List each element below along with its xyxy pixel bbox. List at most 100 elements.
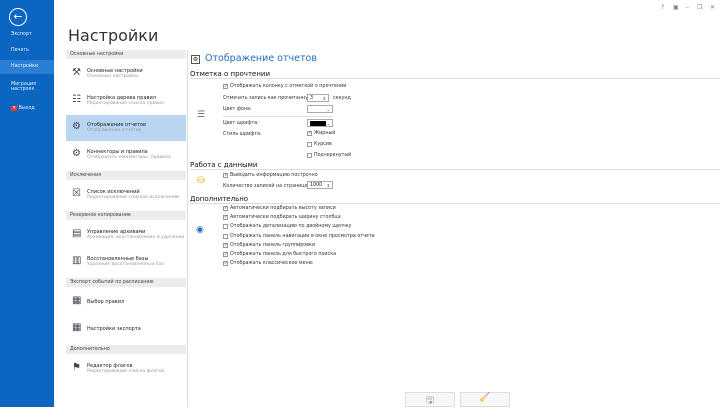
nav-item[interactable]: ▤ Управление архивами Архивация, восстанов…: [66, 222, 186, 248]
checkbox[interactable]: [223, 224, 228, 230]
label: Автоматически подбирать высоту записи: [230, 206, 336, 211]
mark-read-seconds-stepper[interactable]: 3 ⇕: [307, 94, 329, 102]
checkbox[interactable]: ✓: [223, 261, 228, 267]
checkbox[interactable]: [307, 142, 312, 147]
maximize-button[interactable]: ❐: [697, 4, 702, 11]
clear-button[interactable]: 🧹: [460, 392, 510, 407]
underline-checkbox[interactable]: Подчеркнутый: [307, 153, 351, 158]
exit-label: Выход: [18, 106, 35, 111]
font-style-label: Стиль шрифта:: [223, 132, 262, 137]
nav-item-title: Настройки экспорта: [87, 326, 141, 332]
italic-checkbox[interactable]: Курсив: [307, 142, 332, 147]
label: Жирный: [314, 131, 336, 136]
option-checkbox[interactable]: Отображать панель навигации в окне просм…: [223, 233, 375, 239]
rules-icon: ▦: [72, 295, 82, 306]
help-button[interactable]: ?: [661, 4, 664, 11]
checkbox[interactable]: ✓: [223, 242, 228, 248]
nav-item[interactable]: ⚙ Коннекторы и правила Отображать коннекто…: [66, 142, 186, 168]
show-read-column-checkbox[interactable]: ✓ Отображать колонку с отметкой о прочтен…: [223, 84, 346, 89]
eye-icon: ◉: [196, 225, 204, 235]
label: Отображать панель навигации в окне просм…: [230, 233, 375, 239]
nav-group-header: Основные настройки: [66, 50, 186, 59]
checkbox[interactable]: ✓: [223, 252, 228, 257]
nav-item[interactable]: ⚙ Отображение отчетов Отображение отчетов: [66, 115, 186, 141]
minimize-button[interactable]: –: [686, 4, 689, 11]
close-button[interactable]: ✕: [710, 4, 715, 11]
checkbox[interactable]: [223, 233, 228, 239]
nav-group-header: Экспорт событий по расписанию: [66, 278, 186, 287]
option-checkbox[interactable]: ✓ Отображать классическое меню: [223, 261, 313, 267]
archive-icon: ▤: [72, 228, 82, 239]
checkbox[interactable]: ✓: [223, 84, 228, 89]
section-header: Отметка о прочтении: [190, 70, 273, 78]
show-info-checkbox[interactable]: ✓ Выводить информацию построчно: [223, 173, 318, 178]
sidebar: ← Экспорт Печать Настройки Миграция наст…: [0, 0, 54, 407]
mark-read-label: Отмечать запись как прочитанную:: [223, 96, 314, 101]
tools-icon: ⚒: [72, 67, 81, 78]
option-checkbox[interactable]: ✓ Автоматически подбирать высоту записи: [223, 206, 336, 211]
nav-item-subtitle: Удаление восстановленных баз: [87, 262, 165, 267]
restored-db-icon: ▥: [72, 255, 82, 266]
nav-group-header: Исключения: [66, 171, 186, 180]
sidebar-item-exit[interactable]: ✕ Выход: [0, 106, 54, 111]
nav-item-subtitle: Архивация, восстановление и удаление: [87, 235, 185, 240]
divider: [187, 50, 188, 407]
list-add-icon: ☰: [197, 110, 206, 120]
nav-group-header: Дополнительно: [66, 345, 186, 354]
sidebar-item-migration[interactable]: Миграция настроек: [0, 82, 45, 92]
option-checkbox[interactable]: ✓ Автоматически подбирать ширину столбца: [223, 215, 341, 221]
content-title: Отображение отчетов: [205, 53, 317, 64]
nav-item[interactable]: ▦ Выбор правил: [66, 289, 186, 315]
label: Курсив: [314, 142, 332, 147]
label: Подчеркнутый: [314, 153, 352, 158]
option-checkbox[interactable]: ✓ Отображать панель группировки: [223, 242, 316, 248]
nav-item-subtitle: Отображение отчетов: [87, 128, 142, 133]
sidebar-item-settings[interactable]: Настройки: [0, 60, 54, 74]
checkbox[interactable]: ✓: [223, 173, 228, 178]
label: Отображать панель группировки: [230, 242, 316, 248]
nav-item[interactable]: ▥ Восстановленные базы Удаление восстановл…: [66, 249, 186, 275]
bg-color-label: Цвет фона:: [223, 107, 252, 112]
nav-group-header: Резервное копирование: [66, 211, 186, 220]
bg-color-picker[interactable]: ⌄: [307, 105, 333, 113]
checkbox[interactable]: ✓: [307, 131, 312, 136]
label: Отображать детализацию по двойному щелчк…: [230, 224, 352, 230]
settings-nav: Основные настройки ⚒ Основные настройки Осн…: [66, 50, 186, 374]
save-button[interactable]: 🖫: [405, 392, 455, 407]
save-icon: 🖫: [426, 396, 434, 406]
nav-item[interactable]: ☷ Настройка дерева правил Редактирование с…: [66, 88, 186, 114]
font-color-picker[interactable]: ⌄: [307, 119, 333, 127]
nav-item[interactable]: ▦ Настройки экспорта: [66, 316, 186, 342]
sidebar-item-export[interactable]: Экспорт: [0, 32, 54, 37]
report-display-icon: ⚙: [72, 121, 81, 132]
label: Автоматически подбирать ширину столбца: [230, 215, 341, 221]
records-per-page-stepper[interactable]: 1000 ⇕: [307, 181, 333, 189]
seconds-label: секунд: [333, 96, 351, 101]
nav-item-title: Выбор правил: [87, 299, 125, 305]
database-icon: ⛁: [197, 176, 205, 186]
option-checkbox[interactable]: Отображать детализацию по двойному щелчк…: [223, 224, 352, 230]
exit-icon: ✕: [11, 106, 18, 111]
font-color-label: Цвет шрифта:: [223, 121, 259, 126]
nav-item[interactable]: ⚒ Основные настройки Основные настройки: [66, 61, 186, 87]
nav-item-subtitle: Отображать коннекторы, правила: [87, 155, 171, 160]
checkbox[interactable]: [307, 153, 312, 158]
tree-icon: ☷: [72, 94, 81, 105]
nav-item[interactable]: ⚑ Редактор флагов Редактирование списка фл…: [66, 356, 186, 382]
label: Отображать классическое меню: [230, 261, 313, 267]
sidebar-item-print[interactable]: Печать: [0, 48, 54, 53]
section-header: Дополнительно: [190, 195, 251, 203]
checkbox[interactable]: ✓: [223, 215, 228, 221]
nav-item-subtitle: Редактирование списков исключений: [87, 195, 179, 200]
section-data: Работа с данными: [190, 161, 720, 170]
checkbox[interactable]: ✓: [223, 206, 228, 211]
nav-item-subtitle: Редактирование списка флагов: [87, 369, 165, 374]
bold-checkbox[interactable]: ✓ Жирный: [307, 131, 335, 136]
option-checkbox[interactable]: ✓ Отображать панель для быстрого поиска: [223, 252, 336, 257]
restore-layout-button[interactable]: ▣: [673, 4, 679, 11]
gears-icon: ⚙: [72, 148, 81, 159]
nav-item[interactable]: ☒ Список исключений Редактирование списков…: [66, 182, 186, 208]
value: 1000: [310, 183, 323, 188]
clear-icon: 🧹: [479, 393, 491, 403]
back-arrow-icon[interactable]: ←: [9, 8, 27, 26]
